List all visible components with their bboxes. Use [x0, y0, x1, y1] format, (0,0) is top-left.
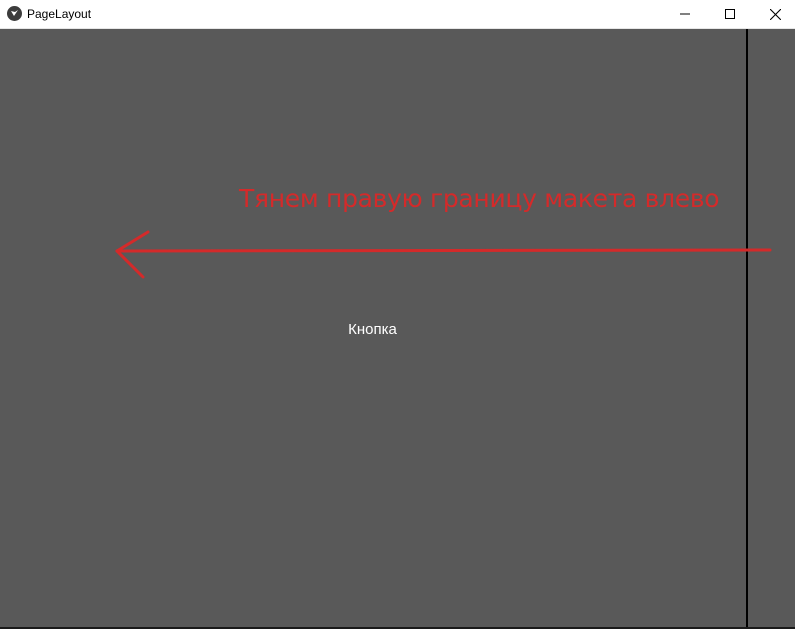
left-arrow-annotation — [115, 230, 772, 279]
app-window: PageLayout Кнопка Тянем правую границу м… — [0, 0, 795, 629]
